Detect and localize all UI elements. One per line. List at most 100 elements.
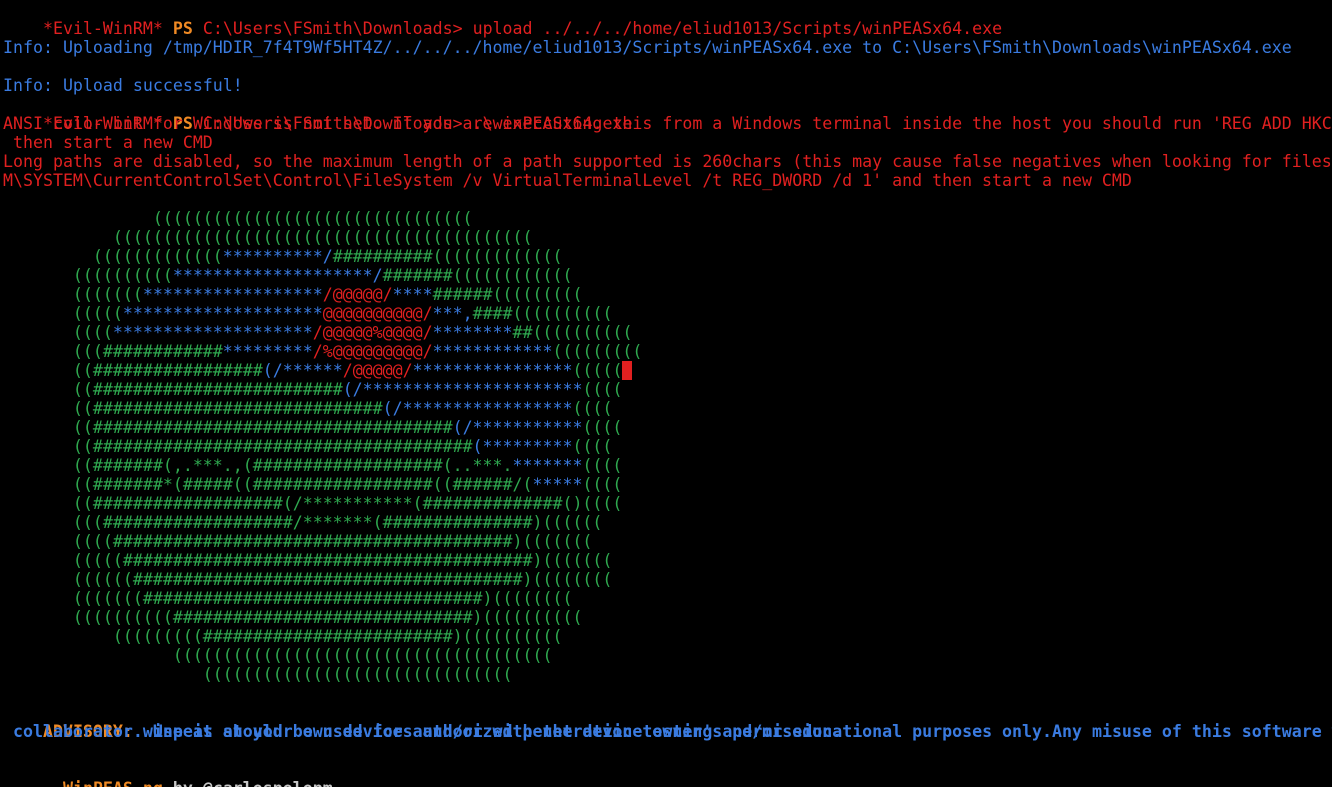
ascii-art-segment: (((( (582, 456, 623, 475)
ascii-art-segment: (((((((((( (3, 266, 173, 285)
warning-ansi-line-2: then start a new CMD (3, 133, 213, 152)
advisory-line-1: ADVISORY: winpeas should be used for aut… (3, 703, 1332, 741)
ascii-art-segment: **** (392, 285, 433, 304)
ascii-art-segment: **********/ (222, 247, 333, 266)
ascii-art-segment: (( (3, 380, 93, 399)
prompt-cwd: C:\Users\FSmith\Downloads> (202, 19, 463, 38)
ascii-art-segment: /@@@@@/ (342, 361, 413, 380)
ascii-art-segment: ********************/ (172, 266, 383, 285)
ascii-art-line: ((#######(,.***.,(###################(..… (3, 456, 623, 475)
ascii-art-segment: /%@@@@@@@@@/ (312, 342, 433, 361)
ascii-art-line: (((((((((((((**********/##########((((((… (3, 247, 563, 266)
ascii-art-segment: ############ (102, 342, 223, 361)
ascii-art-segment: (((###################/*******(#########… (3, 513, 603, 532)
ascii-art-segment: ################# (92, 361, 263, 380)
ascii-art-segment: /@@@@@%@@@@/ (312, 323, 433, 342)
ascii-art-segment: ((############################# (3, 399, 383, 418)
command-line-upload: *Evil-WinRM* PS C:\Users\FSmith\Download… (3, 0, 1002, 38)
ascii-art-segment: (((( (582, 380, 623, 399)
ascii-art-segment: ((( (3, 342, 103, 361)
ascii-art-segment: ************ (432, 342, 553, 361)
ascii-art-segment: (((((((#################################… (3, 589, 573, 608)
ascii-art-line: (((((((******************/@@@@@/****####… (3, 285, 583, 304)
ascii-art-segment: ******************** (112, 323, 313, 342)
ascii-art-segment: (/****** (262, 361, 343, 380)
ascii-art-line: ((###################(/***********(#####… (3, 494, 622, 513)
ascii-art-segment: ((((((((((((((((((((((((((((((((((((((((… (3, 228, 533, 247)
ascii-art-segment: ((((####################################… (3, 532, 593, 551)
ascii-art-line: ((((********************/@@@@@%@@@@/****… (3, 323, 633, 342)
warning-longpath-line-1: Long paths are disabled, so the maximum … (3, 152, 1332, 171)
info-success: Info: Upload successful! (3, 76, 243, 95)
ascii-art-segment: ***, (432, 304, 473, 323)
ascii-art-segment: (((( (572, 437, 613, 456)
ascii-art-line: ((####################################(/… (3, 418, 623, 437)
ascii-art-line: ((((((((((((((((((((((((((((((((((((((((… (3, 228, 533, 247)
ascii-art-line: ((#########################(/***********… (3, 380, 623, 399)
ascii-art-line: (((((********************@@@@@@@@@@/***,… (3, 304, 613, 323)
ascii-art-segment: ((((((##################################… (3, 570, 613, 589)
ascii-art-segment: ##########((((((((((((( (332, 247, 563, 266)
info-uploading: Info: Uploading /tmp/HDIR_7f4T9Wf5HT4Z/.… (3, 38, 1292, 57)
ascii-art-segment: ((#################################### (3, 418, 453, 437)
ascii-art-line: (((((###################################… (3, 551, 613, 570)
ascii-art-segment: ******* (512, 456, 583, 475)
ascii-art-line: ((#############################(/*******… (3, 399, 613, 418)
prompt-name: *Evil-WinRM* (42, 19, 163, 38)
command-line-run: *Evil-WinRM* PS C:\Users\FSmith\Download… (3, 95, 632, 133)
advisory-line-2: collaborator. Use it at your own devices… (3, 722, 843, 741)
ascii-art-segment: ********* (222, 342, 313, 361)
ascii-art-segment: ######((((((((( (432, 285, 583, 304)
ascii-art-segment: ***** (532, 475, 583, 494)
footer-author: by @carlospolopm (163, 779, 333, 787)
ascii-art-line: ((((####################################… (3, 532, 593, 551)
ascii-art-segment: ((((((((((((((((((((((((((((((( (3, 665, 513, 684)
warning-longpath-line-2: M\SYSTEM\CurrentControlSet\Control\FileS… (3, 171, 1132, 190)
ascii-art-line: (((((((((#########################)(((((… (3, 627, 563, 646)
ascii-art-segment: (((( (572, 399, 613, 418)
ascii-art-line: ((((((##################################… (3, 570, 613, 589)
ascii-art-segment: #######(((((((((((( (382, 266, 573, 285)
ascii-art-segment: /@@@@@/ (322, 285, 393, 304)
ascii-art-line: ((#################(/******/@@@@@/******… (3, 361, 633, 380)
ascii-art-segment: ((((( (3, 304, 123, 323)
ascii-art-segment: ######################### (92, 380, 343, 399)
ascii-art-segment: (((( (3, 323, 113, 342)
upload-command: upload ../../../home/eliud1013/Scripts/w… (462, 19, 1003, 38)
terminal-cursor (622, 361, 633, 380)
ascii-art-segment: ((#######*(#####((##################((##… (3, 475, 533, 494)
ascii-art-segment: ((((((((((##############################… (3, 608, 583, 627)
ascii-art-segment: (/*********** (452, 418, 583, 437)
ascii-art-line: (((############*********/%@@@@@@@@@/****… (3, 342, 643, 361)
ascii-art-segment: ((###################################### (3, 437, 473, 456)
ascii-art-segment: ((#######(,.***.,(###################(..… (3, 456, 513, 475)
ascii-art-segment: (/********************** (342, 380, 583, 399)
ascii-art-segment: (((( (582, 475, 623, 494)
ascii-art-segment: **************** (412, 361, 573, 380)
ascii-art-segment: (/***************** (382, 399, 573, 418)
ascii-art-segment: (********* (472, 437, 573, 456)
ascii-art-segment: (((((((((((((((((((((((((((((((((((((( (3, 646, 553, 665)
ascii-art-segment: (((( (582, 418, 623, 437)
footer-tool-name: WinPEAS-ng (63, 779, 163, 787)
warning-ansi-line-1: ANSI color bit for Windows is not set. I… (3, 114, 1332, 133)
ascii-art-segment: ******** (432, 323, 513, 342)
footer-credit: WinPEAS-ng by @carlospolopm (23, 760, 333, 787)
ascii-art-line: ((((((((((##############################… (3, 608, 583, 627)
ascii-art-segment: (((((###################################… (3, 551, 613, 570)
ascii-art-line: ((((((((((((((((((((((((((((((( (3, 665, 513, 684)
ascii-art-line: ((((((((((********************/#######((… (3, 266, 573, 285)
ascii-art-segment: ****************** (142, 285, 323, 304)
ascii-art-line: (((###################/*******(#########… (3, 513, 603, 532)
ascii-art-segment: ((((((((((((( (3, 247, 223, 266)
terminal-window[interactable]: *Evil-WinRM* PS C:\Users\FSmith\Download… (0, 0, 1332, 787)
prompt-ps: PS (172, 19, 193, 38)
ascii-art-segment: ((###################(/***********(#####… (3, 494, 623, 513)
ascii-art-line: (((((((((((((((((((((((((((((((( (3, 209, 473, 228)
ascii-art-line: (((((((#################################… (3, 589, 573, 608)
ascii-art-line: (((((((((((((((((((((((((((((((((((((( (3, 646, 553, 665)
ascii-art-segment: ####(((((((((( (472, 304, 613, 323)
ascii-art-segment: ******************** (122, 304, 323, 323)
ascii-art-line: ((#######*(#####((##################((##… (3, 475, 623, 494)
ascii-art-segment: (((((((((((((((((((((((((((((((( (3, 209, 473, 228)
